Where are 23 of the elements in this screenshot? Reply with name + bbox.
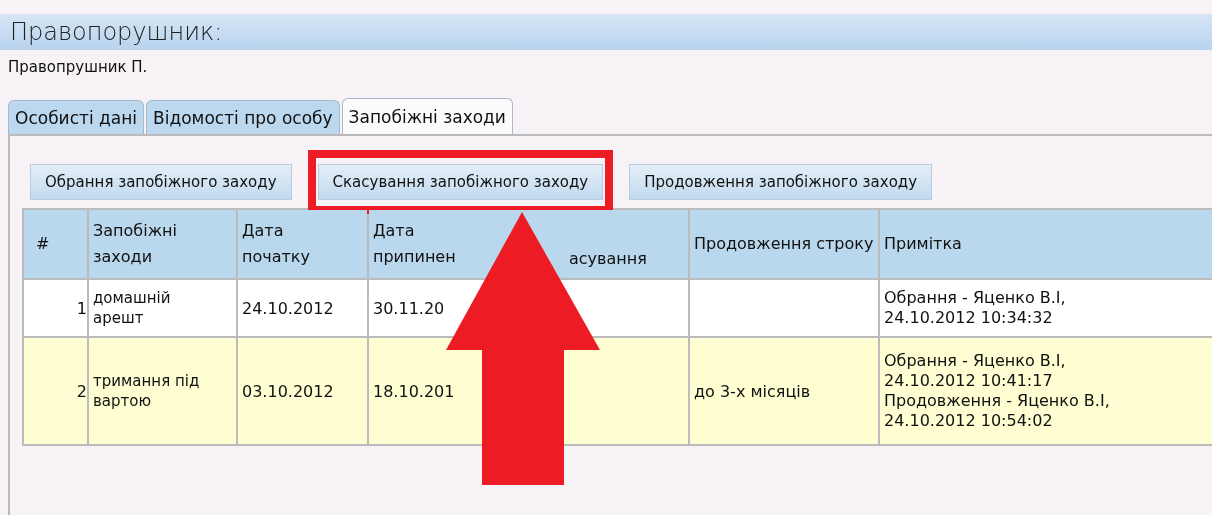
table-cell: 2 <box>23 337 88 445</box>
offender-name: Правопрушник П. <box>8 58 149 76</box>
column-header: Запобіжні заходи <box>88 209 237 279</box>
column-header: Продовження строку <box>689 209 879 279</box>
column-header: Дата початку <box>237 209 368 279</box>
table-cell: 24.10.2012 <box>237 279 368 337</box>
tab[interactable]: Особисті дані <box>8 100 145 134</box>
column-header-fragment: асування <box>569 248 647 270</box>
table-cell: до 3-х місяців <box>689 337 879 445</box>
table-cell: тримання під вартою <box>88 337 237 445</box>
column-header: Примітка <box>879 209 1212 279</box>
table-cell: 1 <box>23 279 88 337</box>
table-cell: домашній арешт <box>88 279 237 337</box>
table-cell: Обрання - Яценко В.І, 24.10.2012 10:34:32 <box>879 279 1212 337</box>
tab[interactable]: Відомості про особу <box>146 100 340 134</box>
column-header: # <box>23 209 88 279</box>
tab[interactable]: Запобіжні заходи <box>341 98 513 134</box>
table-cell: 03.10.2012 <box>237 337 368 445</box>
table-cell: Обрання - Яценко В.І, 24.10.2012 10:41:17 Продовження - Яценко В.І, 24.10.2012 10:54:02 <box>879 337 1212 445</box>
section-title: Правопорушник: <box>10 18 223 46</box>
action-button[interactable]: Продовження запобіжного заходу <box>629 164 933 200</box>
action-button[interactable]: Обрання запобіжного заходу <box>30 164 292 200</box>
action-button[interactable]: Скасування запобіжного заходу <box>317 164 604 200</box>
